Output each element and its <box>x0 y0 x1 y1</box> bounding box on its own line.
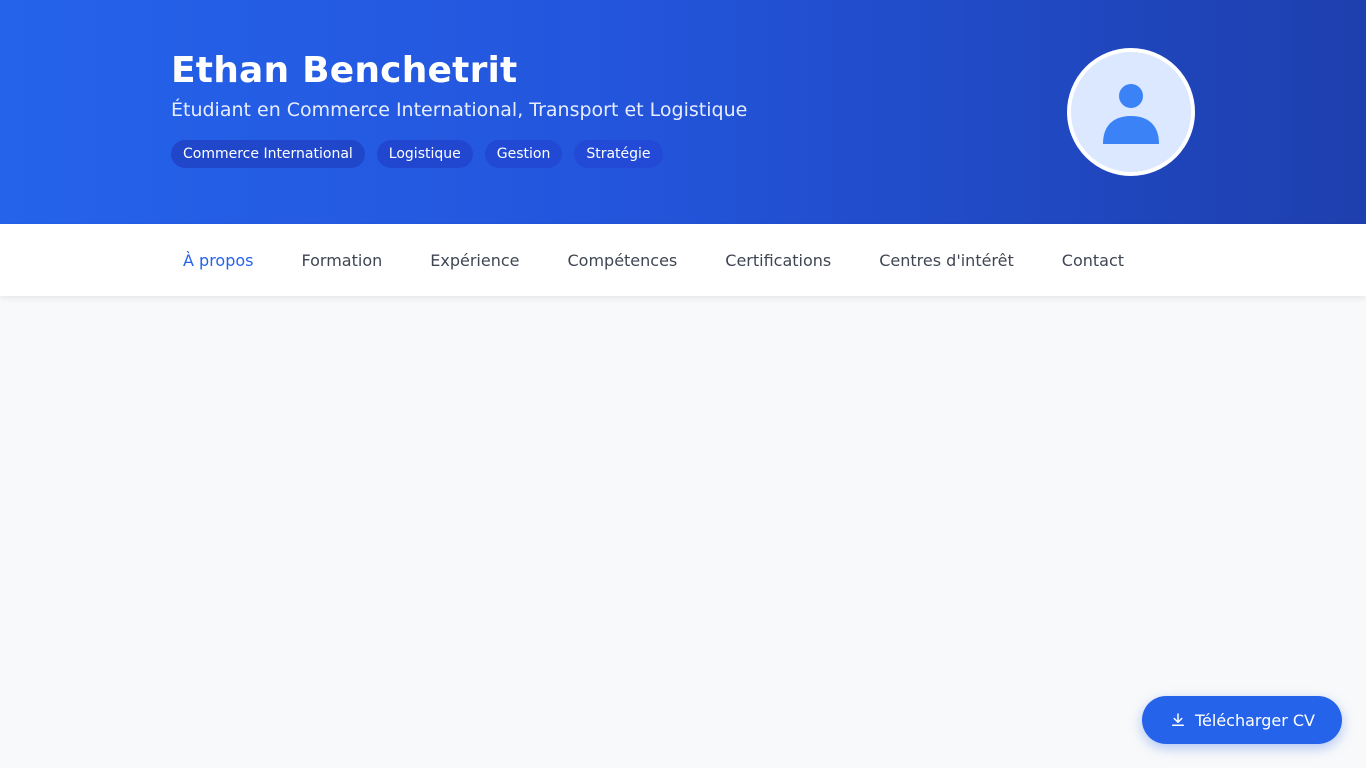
tag-list: Commerce International Logistique Gestio… <box>171 140 1195 168</box>
nav-item-certifications[interactable]: Certifications <box>713 251 843 270</box>
nav-item-centres-interet[interactable]: Centres d'intérêt <box>867 251 1026 270</box>
profile-name: Ethan Benchetrit <box>171 50 518 91</box>
profile-header: Ethan Benchetrit Étudiant en Commerce In… <box>0 0 1366 224</box>
download-icon <box>1169 711 1187 729</box>
nav-item-a-propos[interactable]: À propos <box>171 251 265 270</box>
tag-logistique: Logistique <box>376 140 473 168</box>
user-icon <box>1103 84 1159 144</box>
profile-subtitle: Étudiant en Commerce International, Tran… <box>171 99 748 121</box>
nav-list: À propos Formation Expérience Compétence… <box>171 224 1160 296</box>
tag-gestion: Gestion <box>484 140 563 168</box>
header-content: Ethan Benchetrit Étudiant en Commerce In… <box>171 48 1195 168</box>
download-cv-button[interactable]: Télécharger CV <box>1142 696 1342 744</box>
nav-item-competences[interactable]: Compétences <box>555 251 689 270</box>
main-nav: À propos Formation Expérience Compétence… <box>0 224 1366 296</box>
avatar <box>1067 48 1195 176</box>
nav-item-formation[interactable]: Formation <box>289 251 394 270</box>
nav-item-contact[interactable]: Contact <box>1050 251 1136 270</box>
download-cv-label: Télécharger CV <box>1194 710 1315 730</box>
tag-strategie: Stratégie <box>574 140 663 168</box>
nav-item-experience[interactable]: Expérience <box>418 251 531 270</box>
tag-commerce-international: Commerce International <box>171 140 365 168</box>
